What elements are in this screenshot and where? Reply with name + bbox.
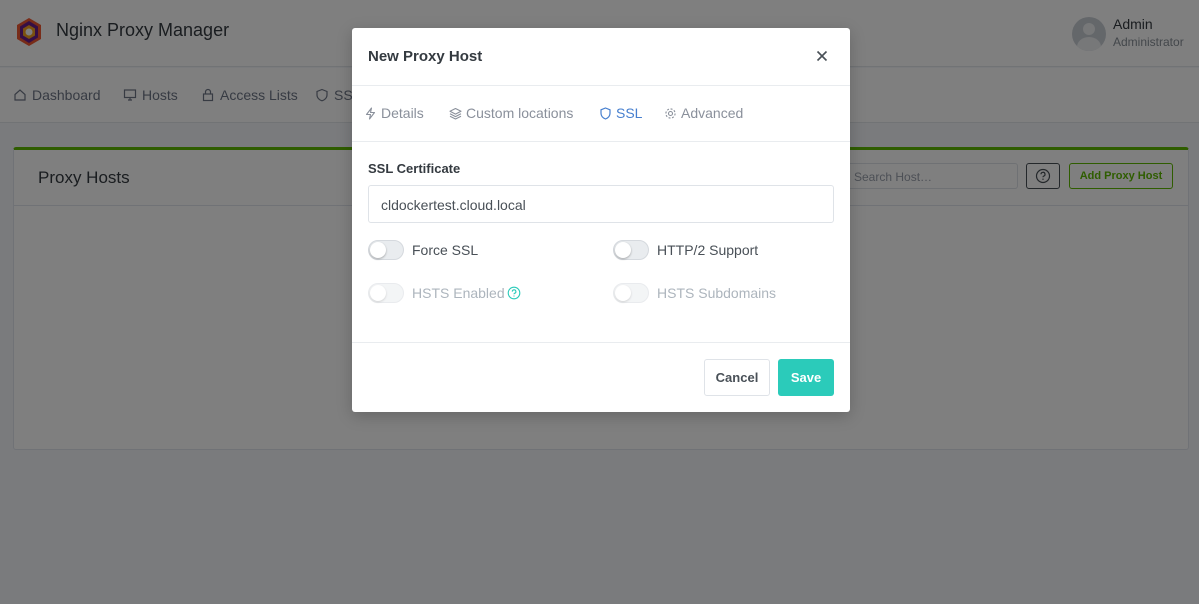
toggle-switch[interactable] [613,240,649,260]
toggle-label: HSTS Subdomains [657,285,777,301]
toggle-label: Force SSL [412,242,479,258]
shield-icon [600,107,611,120]
gear-icon [665,108,676,119]
question-icon[interactable] [507,286,521,300]
hsts-enabled-toggle: HSTS Enabled [368,283,521,303]
tab-details[interactable]: Details [364,105,424,142]
save-button[interactable]: Save [778,359,834,396]
ssl-certificate-select[interactable]: cldockertest.cloud.local [368,185,834,223]
tab-ssl[interactable]: SSL [599,105,643,142]
layers-icon [449,107,462,120]
divider [352,342,850,343]
toggle-switch [368,283,404,303]
tab-label: Details [381,105,424,121]
modal-title: New Proxy Host [368,48,483,65]
cancel-button[interactable]: Cancel [704,359,770,396]
toggle-label: HSTS Enabled [412,285,505,301]
force-ssl-toggle[interactable]: Force SSL [368,240,478,260]
new-proxy-host-modal: New Proxy Host Details Custom locations … [352,28,850,412]
tab-label: Advanced [681,105,744,121]
ssl-certificate-label: SSL Certificate [368,161,461,176]
tab-advanced[interactable]: Advanced [664,105,743,142]
close-button[interactable] [812,46,832,66]
tab-custom-locations[interactable]: Custom locations [449,105,573,142]
toggle-switch [613,283,649,303]
hsts-subdomains-toggle: HSTS Subdomains [613,283,776,303]
tab-label: SSL [616,105,643,121]
toggle-label: HTTP/2 Support [657,242,759,258]
divider [352,141,850,142]
divider [352,85,850,86]
tab-label: Custom locations [466,105,574,121]
bolt-icon [365,107,376,120]
http2-support-toggle[interactable]: HTTP/2 Support [613,240,758,260]
close-icon [816,50,828,62]
toggle-switch[interactable] [368,240,404,260]
